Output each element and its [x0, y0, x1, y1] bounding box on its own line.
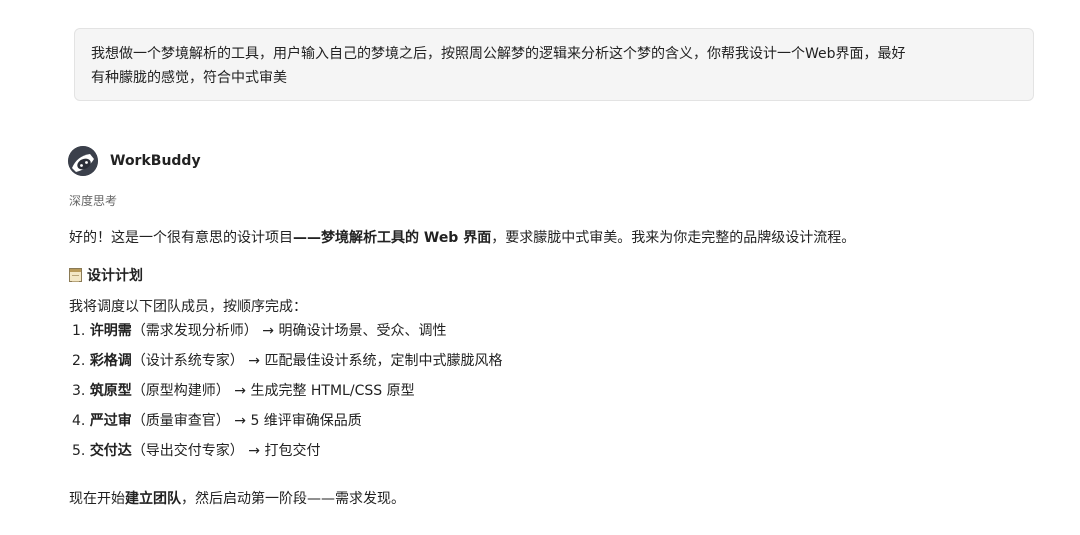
closing-bold: 建立团队	[125, 491, 181, 507]
assistant-intro: 好的！这是一个很有意思的设计项目——梦境解析工具的 Web 界面，要求朦胧中式审…	[69, 227, 855, 247]
user-message-line-2: 有种朦胧的感觉，符合中式审美	[91, 70, 287, 86]
user-message-line-1: 我想做一个梦境解析的工具，用户输入自己的梦境之后，按照周公解梦的逻辑来分析这个梦…	[91, 46, 906, 62]
intro-text-after: ，要求朦胧中式审美。我来为你走完整的品牌级设计流程。	[491, 230, 856, 246]
intro-text: 好的！这是一个很有意思的设计项目	[69, 230, 293, 246]
plan-heading: 设计计划	[69, 265, 143, 285]
list-item: 4. 严过审（质量审查官） → 5 维评审确保品质	[72, 413, 362, 429]
list-item: 1. 许明需（需求发现分析师） → 明确设计场景、受众、调性	[72, 323, 447, 339]
list-item: 5. 交付达（导出交付专家） → 打包交付	[72, 443, 321, 459]
closing-text-after: ，然后启动第一阶段——需求发现。	[181, 491, 405, 507]
chat-page: 我想做一个梦境解析的工具，用户输入自己的梦境之后，按照周公解梦的逻辑来分析这个梦…	[0, 0, 1080, 535]
intro-bold: ——梦境解析工具的 Web 界面	[293, 230, 492, 246]
closing-text: 现在开始	[69, 491, 125, 507]
robot-avatar-icon	[68, 146, 98, 176]
plan-title: 设计计划	[87, 268, 143, 284]
deep-thinking-toggle[interactable]: 深度思考	[69, 192, 117, 209]
plan-steps-list: 1. 许明需（需求发现分析师） → 明确设计场景、受众、调性 2. 彩格调（设计…	[72, 320, 502, 470]
plan-intro: 我将调度以下团队成员，按顺序完成：	[69, 299, 307, 315]
notepad-icon	[69, 268, 82, 282]
user-message-bubble: 我想做一个梦境解析的工具，用户输入自己的梦境之后，按照周公解梦的逻辑来分析这个梦…	[74, 28, 1034, 101]
list-item: 2. 彩格调（设计系统专家） → 匹配最佳设计系统，定制中式朦胧风格	[72, 353, 503, 369]
assistant-closing: 现在开始建立团队，然后启动第一阶段——需求发现。	[69, 488, 405, 508]
list-item: 3. 筑原型（原型构建师） → 生成完整 HTML/CSS 原型	[72, 383, 415, 399]
assistant-name: WorkBuddy	[110, 153, 201, 169]
assistant-header: WorkBuddy	[68, 146, 201, 176]
